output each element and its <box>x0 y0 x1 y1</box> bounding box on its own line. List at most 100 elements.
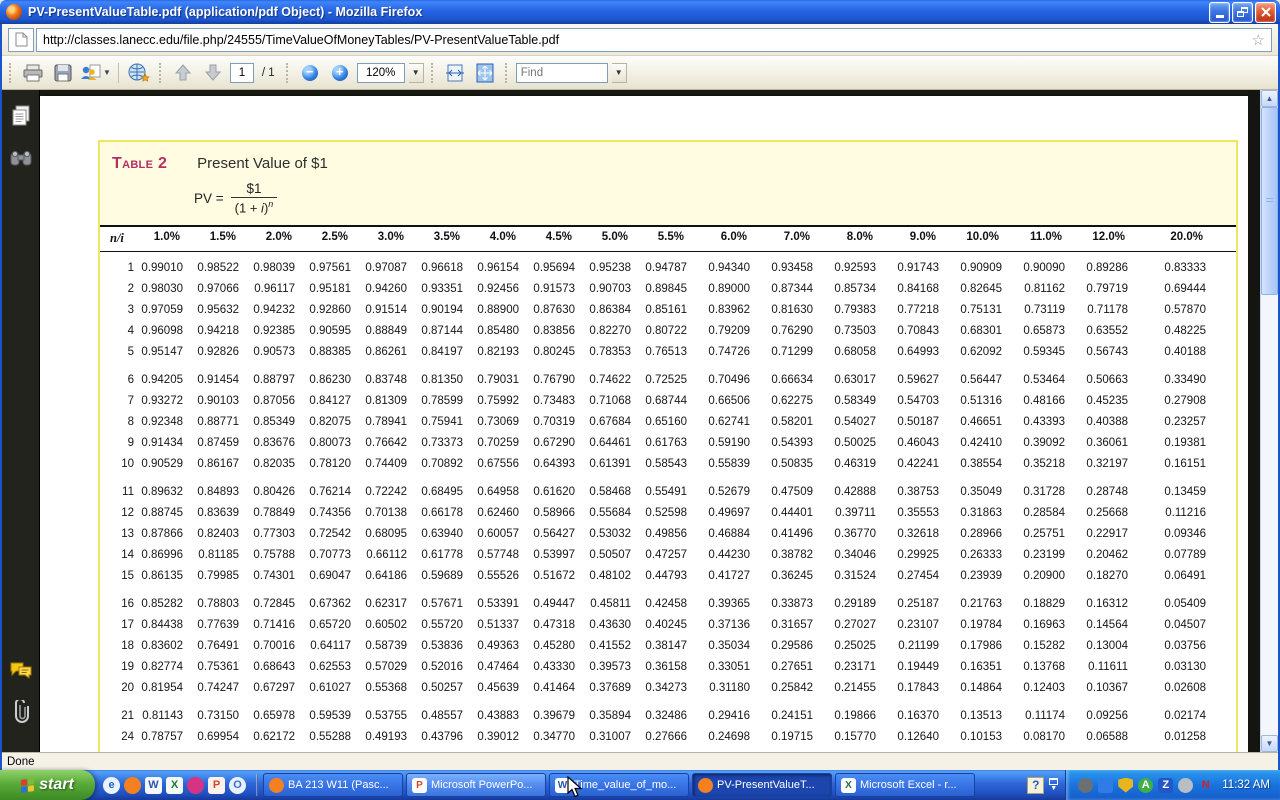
pv-factor-value: 0.90573 <box>239 342 295 363</box>
volume-icon[interactable] <box>1178 778 1193 793</box>
pv-factor-value: 0.50025 <box>813 433 876 454</box>
zoom-out-button[interactable]: − <box>297 60 323 86</box>
email-dropdown-caret[interactable]: ▼ <box>103 68 111 77</box>
word-icon[interactable]: W <box>145 777 162 794</box>
vertical-scrollbar[interactable]: ▲ ▼ <box>1260 90 1278 752</box>
pv-factor-value: 0.64393 <box>519 454 575 475</box>
pv-factor-value: 0.76214 <box>295 482 351 503</box>
pv-factor-value: 0.88797 <box>239 370 295 391</box>
pv-factor-value: 0.65873 <box>1002 321 1065 342</box>
save-button[interactable] <box>50 60 76 86</box>
tray-green-icon[interactable]: A <box>1138 778 1153 793</box>
table-body: 10.990100.985220.980390.975610.970870.96… <box>100 252 1236 755</box>
table-row: 180.836020.764910.700160.641170.587390.5… <box>100 636 1236 657</box>
comments-panel-button[interactable] <box>9 658 33 682</box>
mcafee-shield-icon[interactable] <box>1118 778 1133 793</box>
zoom-level-value[interactable]: 120% <box>357 63 405 83</box>
taskbar-button[interactable]: XMicrosoft Excel - r... <box>835 773 975 797</box>
pv-factor-value: 0.50187 <box>876 412 939 433</box>
pv-factor-value: 0.72525 <box>631 370 687 391</box>
start-button[interactable]: start <box>0 770 95 800</box>
excel-icon[interactable]: X <box>166 777 183 794</box>
pv-factor-value: 0.47464 <box>463 657 519 678</box>
pv-factor-value: 0.23199 <box>1002 545 1065 566</box>
pv-factor-value: 0.78803 <box>183 594 239 615</box>
scrollbar-thumb[interactable] <box>1261 107 1278 295</box>
pv-factor-value: 0.52679 <box>687 482 750 503</box>
scrollbar-track[interactable] <box>1261 107 1278 735</box>
pv-factor-value: 0.94232 <box>239 300 295 321</box>
taskbar-button[interactable]: WTime_value_of_mo... <box>549 773 689 797</box>
pv-factor-value: 0.75788 <box>239 545 295 566</box>
internet-explorer-icon[interactable]: e <box>103 777 120 794</box>
zoom-in-button[interactable]: + <box>327 60 353 86</box>
key-icon[interactable] <box>187 777 204 794</box>
close-button[interactable] <box>1255 2 1276 23</box>
col-header-rate: 6.0% <box>687 231 750 246</box>
email-button[interactable]: ▼ <box>80 60 111 86</box>
pv-factor-value: 0.09346 <box>1128 524 1206 545</box>
print-button[interactable] <box>20 60 46 86</box>
find-dropdown-caret[interactable]: ▼ <box>612 63 627 83</box>
scroll-up-button[interactable]: ▲ <box>1261 90 1278 107</box>
previous-page-button[interactable] <box>170 60 196 86</box>
url-input[interactable] <box>43 33 1248 47</box>
search-panel-button[interactable] <box>9 146 33 170</box>
pv-factor-value: 0.74356 <box>295 503 351 524</box>
pv-factor-value: 0.41552 <box>575 636 631 657</box>
url-field[interactable]: ☆ <box>36 28 1272 52</box>
pv-factor-value: 0.38782 <box>750 545 813 566</box>
bookmark-star-icon[interactable]: ☆ <box>1252 31 1265 49</box>
find-input[interactable] <box>521 67 603 79</box>
taskbar-button-label: PV-PresentValueT... <box>717 779 815 791</box>
page-number-input[interactable] <box>230 63 254 83</box>
pv-factor-value: 0.73150 <box>183 706 239 727</box>
pv-factor-value: 0.53032 <box>575 524 631 545</box>
pv-factor-value: 0.66112 <box>351 545 407 566</box>
pv-factor-value: 0.64186 <box>351 566 407 587</box>
pv-factor-value: 0.54027 <box>813 412 876 433</box>
pv-factor-value: 0.58739 <box>351 636 407 657</box>
help-icon[interactable]: ? <box>1027 777 1044 794</box>
pv-factor-value: 0.61763 <box>631 433 687 454</box>
toolbar-chevron[interactable]: ▼ <box>1049 778 1058 792</box>
printer-icon <box>23 64 43 82</box>
pv-factor-value: 0.42410 <box>939 433 1002 454</box>
tray-z-icon[interactable]: Z <box>1158 778 1173 793</box>
pv-factor-value: 0.74409 <box>351 454 407 475</box>
taskbar-button[interactable]: PMicrosoft PowerPo... <box>406 773 546 797</box>
pv-factor-value: 0.76790 <box>519 370 575 391</box>
pv-factor-value: 0.90529 <box>134 454 183 475</box>
row-period-label: 17 <box>100 615 134 636</box>
pv-factor-value: 0.27908 <box>1128 391 1206 412</box>
pages-panel-button[interactable] <box>9 104 33 128</box>
upload-button[interactable] <box>126 60 152 86</box>
attachments-panel-button[interactable] <box>9 700 33 724</box>
toolbar-gripper <box>431 63 435 83</box>
find-box[interactable] <box>516 63 608 83</box>
pv-factor-value: 0.47318 <box>519 615 575 636</box>
restore-button[interactable] <box>1232 2 1253 23</box>
pv-factor-value: 0.71068 <box>575 391 631 412</box>
zoom-dropdown-caret[interactable]: ▼ <box>409 63 424 83</box>
next-page-button[interactable] <box>200 60 226 86</box>
fit-width-button[interactable] <box>442 60 468 86</box>
table-row: 40.960980.942180.923850.905950.888490.87… <box>100 321 1236 342</box>
powerpoint-icon[interactable]: P <box>208 777 225 794</box>
tray-ball-icon[interactable] <box>1078 778 1093 793</box>
fit-page-button[interactable] <box>472 60 498 86</box>
pv-factor-value: 0.42241 <box>876 454 939 475</box>
pv-factor-value: 0.34273 <box>631 678 687 699</box>
novell-icon[interactable]: N <box>1198 778 1213 793</box>
taskbar-button[interactable]: BA 213 W11 (Pasc... <box>263 773 403 797</box>
scroll-down-button[interactable]: ▼ <box>1261 735 1278 752</box>
tray-messenger-icon[interactable] <box>1098 778 1113 793</box>
firefox-icon[interactable] <box>124 777 141 794</box>
minimize-button[interactable] <box>1209 2 1230 23</box>
pv-factor-value: 0.77639 <box>183 615 239 636</box>
taskbar-button[interactable]: PV-PresentValueT... <box>692 773 832 797</box>
pv-factor-value: 0.17843 <box>876 678 939 699</box>
formula-eq: = <box>216 191 224 206</box>
pv-factor-value: 0.67684 <box>575 412 631 433</box>
outlook-express-icon[interactable]: O <box>229 777 246 794</box>
